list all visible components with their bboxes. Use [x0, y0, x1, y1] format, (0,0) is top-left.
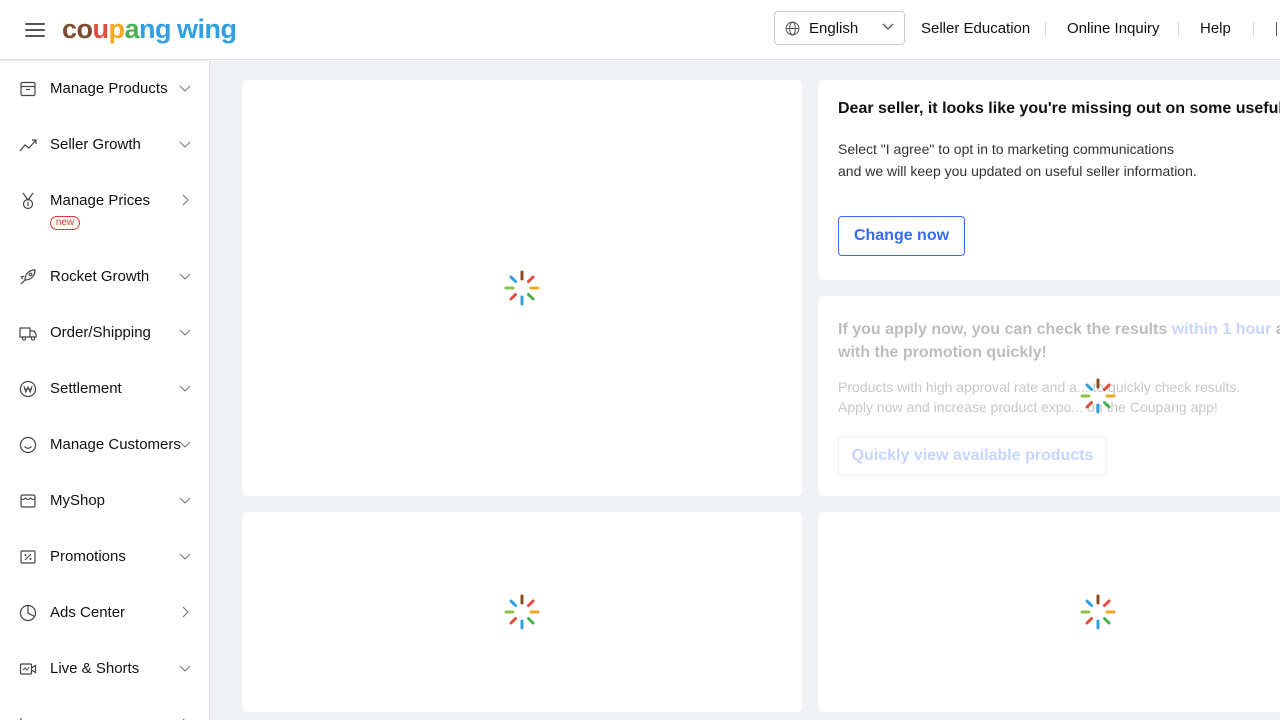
nav-divider	[1178, 22, 1179, 36]
language-select[interactable]: English	[774, 11, 905, 45]
chevron-down-icon	[882, 23, 894, 30]
nav-online-inquiry[interactable]: Online Inquiry	[1067, 20, 1160, 37]
sidebar-item-rocket-growth[interactable]: Rocket Growth	[0, 249, 209, 305]
sidebar-item-label: Seller Growth	[50, 136, 141, 153]
menu-icon[interactable]	[25, 22, 45, 38]
apply-promotion-card: If you apply now, you can check the resu…	[818, 296, 1280, 496]
sidebar-item-label: Manage Prices	[50, 192, 151, 209]
sidebar-item-manage-prices[interactable]: Manage Prices	[0, 173, 209, 249]
chevron-right-icon	[182, 606, 189, 618]
marketing-card-title: Dear seller, it looks like you're missin…	[838, 100, 1280, 117]
loading-spinner-icon	[1080, 594, 1116, 630]
pie-chart-icon	[19, 604, 37, 622]
sidebar: Manage Products Seller Growth Manage Pri…	[0, 61, 210, 720]
header-overflow-icon[interactable]	[1276, 22, 1280, 36]
chevron-down-icon	[179, 497, 191, 504]
sidebar-item-label: Order/Shipping	[50, 324, 151, 341]
view-available-products-button[interactable]: Quickly view available products	[838, 436, 1107, 476]
top-header: coupang wing English Seller Education Onl…	[0, 0, 1280, 60]
rocket-icon	[20, 269, 36, 285]
sidebar-item-label: Live & Shorts	[50, 660, 140, 677]
chevron-down-icon	[179, 553, 191, 560]
apply-card-title: If you apply now, you can check the resu…	[838, 321, 1280, 361]
chevron-down-icon	[179, 141, 191, 148]
box-icon	[20, 81, 36, 97]
sidebar-item-order-shipping[interactable]: Order/Shipping	[0, 305, 209, 361]
language-value: English	[809, 20, 859, 37]
loading-spinner-icon	[504, 270, 540, 306]
sidebar-item-next[interactable]	[0, 697, 209, 720]
loading-card	[818, 512, 1280, 712]
nav-divider	[1253, 22, 1254, 36]
change-now-button[interactable]: Change now	[838, 216, 965, 256]
shop-icon	[20, 494, 36, 508]
chevron-down-icon	[179, 273, 191, 280]
nav-divider	[1045, 22, 1046, 36]
sidebar-item-settlement[interactable]: Settlement	[0, 361, 209, 417]
loading-card	[242, 512, 802, 712]
nav-seller-education[interactable]: Seller Education	[921, 20, 1030, 37]
apply-card-text: Apply now and increase product expo... o…	[838, 399, 1218, 415]
loading-spinner-icon	[1080, 378, 1116, 414]
sidebar-item-promotions[interactable]: Promotions	[0, 529, 209, 585]
smiley-icon	[19, 436, 37, 454]
chart-icon	[20, 718, 22, 720]
loading-card	[242, 80, 802, 496]
chevron-down-icon	[179, 385, 191, 392]
marketing-card-text: Select "I agree" to opt in to marketing …	[838, 141, 1174, 157]
sidebar-item-myshop[interactable]: MyShop	[0, 473, 209, 529]
marketing-consent-card: Dear seller, it looks like you're missin…	[818, 80, 1280, 280]
nav-help[interactable]: Help	[1200, 20, 1231, 37]
chevron-down-icon	[179, 441, 191, 448]
globe-icon	[785, 21, 800, 36]
sidebar-item-label: Manage Products	[50, 80, 168, 97]
sidebar-item-label: MyShop	[50, 492, 106, 509]
loading-spinner-icon	[504, 594, 540, 630]
chevron-down-icon	[179, 665, 191, 672]
chevron-down-icon	[179, 329, 191, 336]
chevron-down-icon	[179, 85, 191, 92]
won-coin-icon	[19, 380, 37, 398]
marketing-card-text: and we will keep you updated on useful s…	[838, 163, 1197, 179]
chevron-right-icon	[182, 194, 189, 206]
sidebar-item-label: Manage Customers	[50, 436, 181, 453]
new-badge: new	[50, 216, 80, 230]
sidebar-item-manage-customers[interactable]: Manage Customers	[0, 417, 209, 473]
sidebar-item-label: Settlement	[50, 380, 122, 397]
coupon-icon	[20, 550, 36, 564]
apply-card-text: Products with high approval rate and a..…	[838, 379, 1241, 395]
truck-icon	[19, 327, 37, 341]
sidebar-item-ads-center[interactable]: Ads Center	[0, 585, 209, 641]
sidebar-item-seller-growth[interactable]: Seller Growth	[0, 117, 209, 173]
sidebar-item-live-shorts[interactable]: Live & Shorts	[0, 641, 209, 697]
medal-icon	[22, 192, 34, 210]
growth-chart-icon	[19, 139, 37, 152]
sidebar-item-label: Promotions	[50, 548, 126, 565]
sidebar-item-manage-products[interactable]: Manage Products	[0, 61, 209, 117]
sidebar-item-label: Ads Center	[50, 604, 126, 621]
coupang-wing-logo[interactable]: coupang wing	[62, 12, 237, 46]
sidebar-item-label: Rocket Growth	[50, 268, 150, 285]
video-icon	[19, 663, 37, 675]
